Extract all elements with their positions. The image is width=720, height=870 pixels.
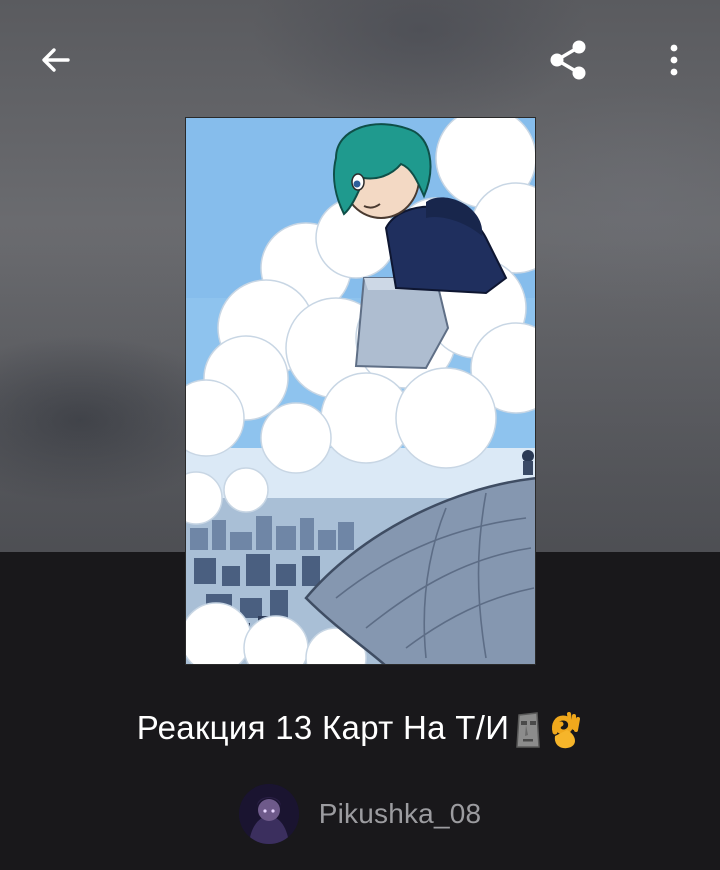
story-cover-image[interactable] [185, 117, 536, 665]
arrow-left-icon [42, 48, 70, 72]
share-icon [550, 40, 586, 80]
more-vertical-icon [670, 44, 678, 76]
share-button[interactable] [538, 30, 598, 90]
top-toolbar [0, 0, 720, 120]
author-avatar[interactable] [238, 784, 299, 844]
avatar-image [238, 784, 299, 844]
story-title: Реакция 13 Карт На Т/И [136, 709, 510, 746]
ok-hand-emoji-icon [547, 710, 583, 750]
moai-emoji-icon [513, 711, 543, 749]
author-row[interactable]: Pikushka_08 [0, 782, 720, 846]
story-title-row: Реакция 13 Карт На Т/И [0, 705, 720, 751]
author-name[interactable]: Pikushka_08 [319, 798, 482, 830]
more-options-button[interactable] [644, 30, 704, 90]
back-button[interactable] [26, 30, 86, 90]
